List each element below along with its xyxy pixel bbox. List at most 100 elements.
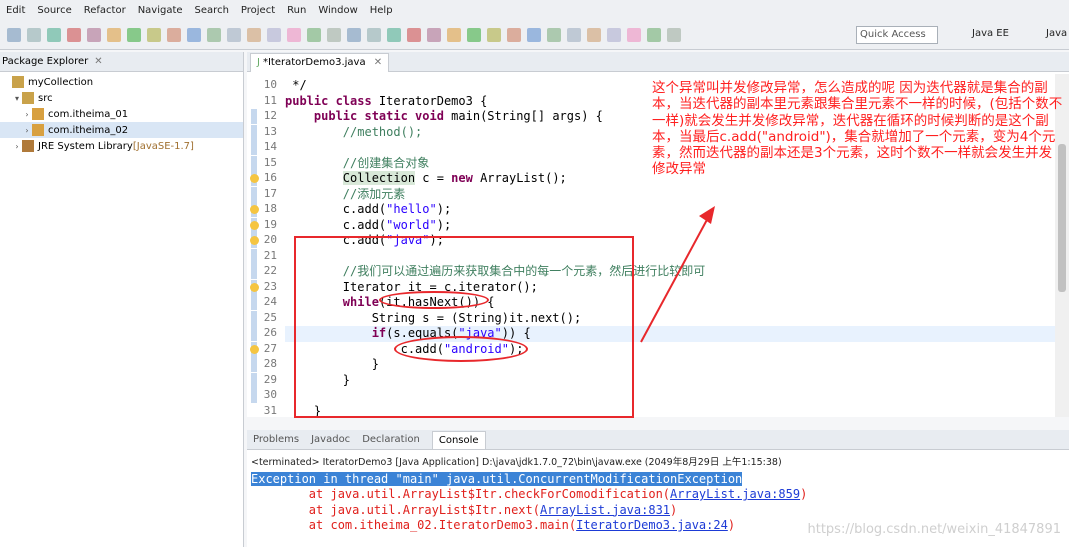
menu-edit[interactable]: Edit bbox=[6, 5, 25, 16]
toolbar-icon[interactable] bbox=[447, 27, 461, 42]
warning-icon[interactable] bbox=[250, 220, 259, 230]
toolbar-icon[interactable] bbox=[327, 27, 341, 42]
close-icon[interactable]: ✕ bbox=[374, 57, 382, 68]
menu-search[interactable]: Search bbox=[195, 5, 229, 16]
line-number: 11 bbox=[263, 93, 277, 107]
stack-link[interactable]: ArrayList.java:859 bbox=[670, 487, 800, 501]
tab-declaration[interactable]: Declaration bbox=[362, 434, 420, 445]
code-line: //method(); bbox=[342, 124, 423, 139]
toolbar-icon[interactable] bbox=[507, 27, 521, 42]
menu-window[interactable]: Window bbox=[318, 5, 357, 16]
chevron-icon[interactable]: › bbox=[12, 142, 22, 151]
tree-item[interactable]: ▾ src bbox=[0, 90, 243, 106]
toolbar-icon[interactable] bbox=[267, 27, 281, 42]
toolbar-icon[interactable] bbox=[407, 27, 421, 42]
chevron-icon[interactable]: › bbox=[22, 110, 32, 119]
toolbar-icon[interactable] bbox=[67, 27, 81, 42]
toolbar-icon[interactable] bbox=[187, 27, 201, 42]
close-icon[interactable]: ✕ bbox=[94, 56, 102, 67]
tab-javadoc[interactable]: Javadoc bbox=[311, 434, 350, 445]
toolbar-icon[interactable] bbox=[7, 27, 21, 42]
toolbar-icon[interactable] bbox=[147, 27, 161, 42]
quick-access-input[interactable]: Quick Access bbox=[856, 26, 938, 44]
toolbar-icon[interactable] bbox=[587, 27, 601, 42]
menu-source[interactable]: Source bbox=[37, 5, 71, 16]
tree-item[interactable]: › JRE System Library [JavaSE-1.7] bbox=[0, 138, 243, 154]
project-tree: myCollection ▾ src › com.itheima_01 › com.ithe… bbox=[0, 72, 243, 154]
stack-frame: at java.util.ArrayList$Itr.checkForComod… bbox=[251, 487, 808, 502]
toolbar-icon[interactable] bbox=[87, 27, 101, 42]
tab-console[interactable]: Console bbox=[431, 430, 486, 449]
tree-item-label: myCollection bbox=[28, 76, 94, 88]
tree-item[interactable]: › com.itheima_02 bbox=[0, 122, 243, 138]
package-icon bbox=[22, 140, 34, 152]
toolbar-icon[interactable] bbox=[167, 27, 181, 42]
menu-refactor[interactable]: Refactor bbox=[84, 5, 126, 16]
toolbar-icon[interactable] bbox=[227, 27, 241, 42]
stack-link[interactable]: ArrayList.java:831 bbox=[540, 503, 670, 517]
toolbar-icon[interactable] bbox=[627, 27, 641, 42]
tree-item-label: src bbox=[38, 92, 53, 104]
perspective-java-ee[interactable]: Java EE bbox=[972, 28, 1009, 39]
tab-problems[interactable]: Problems bbox=[253, 434, 299, 445]
package-explorer-panel: Package Explorer ✕ myCollection ▾ src › com.… bbox=[0, 52, 244, 547]
toolbar-icon[interactable] bbox=[347, 27, 361, 42]
toolbar-icon[interactable] bbox=[667, 27, 681, 42]
code-line: c.add("hello"); bbox=[285, 202, 452, 216]
toolbar-icon[interactable] bbox=[307, 27, 321, 42]
toolbar-icon[interactable] bbox=[207, 27, 221, 42]
menu-bar: Edit Source Refactor Navigate Search Project R… bbox=[0, 0, 1069, 20]
watermark: https://blog.csdn.net/weixin_41847891 bbox=[807, 522, 1061, 537]
console-panel: Problems Javadoc Declaration Console <termi… bbox=[247, 430, 1069, 547]
stack-frame: at java.util.ArrayList$Itr.next(ArrayLis… bbox=[251, 502, 678, 517]
tree-item[interactable]: › com.itheima_01 bbox=[0, 106, 243, 122]
ruler-mark bbox=[251, 109, 257, 124]
warning-icon[interactable] bbox=[250, 205, 259, 214]
toolbar-icon[interactable] bbox=[527, 27, 541, 42]
toolbar-icon[interactable] bbox=[567, 27, 581, 42]
warning-icon[interactable] bbox=[250, 344, 259, 354]
menu-help[interactable]: Help bbox=[370, 5, 393, 16]
warning-icon[interactable] bbox=[250, 282, 259, 292]
toolbar-icon[interactable] bbox=[647, 27, 661, 42]
chevron-icon[interactable]: › bbox=[22, 126, 32, 135]
code-editor: J *IteratorDemo3.java ✕ 10 */ 11 public cla… bbox=[247, 52, 1069, 418]
line-number: 10 bbox=[263, 78, 277, 91]
toolbar-icon[interactable] bbox=[287, 27, 301, 42]
toolbar-icon[interactable] bbox=[27, 27, 41, 42]
code-line: Collection c = new ArrayList(); bbox=[342, 171, 567, 185]
line-number: 31 bbox=[263, 403, 277, 417]
tree-item-label: com.itheima_01 bbox=[48, 108, 129, 120]
toolbar-icon[interactable] bbox=[467, 27, 481, 42]
package-explorer-label: Package Explorer bbox=[2, 56, 89, 67]
toolbar-icon[interactable] bbox=[247, 27, 261, 42]
tree-item[interactable]: myCollection bbox=[0, 74, 243, 90]
menu-navigate[interactable]: Navigate bbox=[138, 5, 183, 16]
ruler-mark bbox=[251, 264, 257, 279]
warning-icon[interactable] bbox=[250, 236, 259, 245]
warning-icon[interactable] bbox=[250, 174, 259, 183]
toolbar-icon[interactable] bbox=[487, 27, 501, 42]
toolbar-icon[interactable] bbox=[47, 27, 61, 42]
java-file-icon: J bbox=[257, 57, 260, 68]
toolbar-icon[interactable] bbox=[107, 27, 121, 42]
menu-project[interactable]: Project bbox=[241, 5, 275, 16]
toolbar-icon[interactable] bbox=[127, 27, 141, 42]
package-explorer-title[interactable]: Package Explorer ✕ bbox=[0, 52, 243, 72]
annotation-text: 这个异常叫并发修改异常，怎么造成的呢 因为迭代器就是集合的副本，当迭代器的副本里… bbox=[652, 80, 1063, 178]
toolbar-icon[interactable] bbox=[607, 27, 621, 42]
menu-run[interactable]: Run bbox=[287, 5, 306, 16]
code-line: public class IteratorDemo3 { bbox=[285, 93, 488, 108]
annotation-ellipse-add bbox=[394, 336, 528, 362]
perspective-java[interactable]: Java bbox=[1046, 28, 1067, 39]
code-line: */ bbox=[285, 78, 307, 92]
ruler-mark bbox=[251, 248, 257, 264]
ruler-mark bbox=[251, 388, 257, 403]
toolbar-icon[interactable] bbox=[387, 27, 401, 42]
toolbar-icon[interactable] bbox=[367, 27, 381, 42]
chevron-icon[interactable]: ▾ bbox=[12, 94, 22, 103]
editor-tab-iteratordemo3[interactable]: J *IteratorDemo3.java ✕ bbox=[250, 53, 390, 72]
toolbar-icon[interactable] bbox=[427, 27, 441, 42]
stack-link[interactable]: IteratorDemo3.java:24 bbox=[576, 518, 728, 532]
toolbar-icon[interactable] bbox=[547, 27, 561, 42]
